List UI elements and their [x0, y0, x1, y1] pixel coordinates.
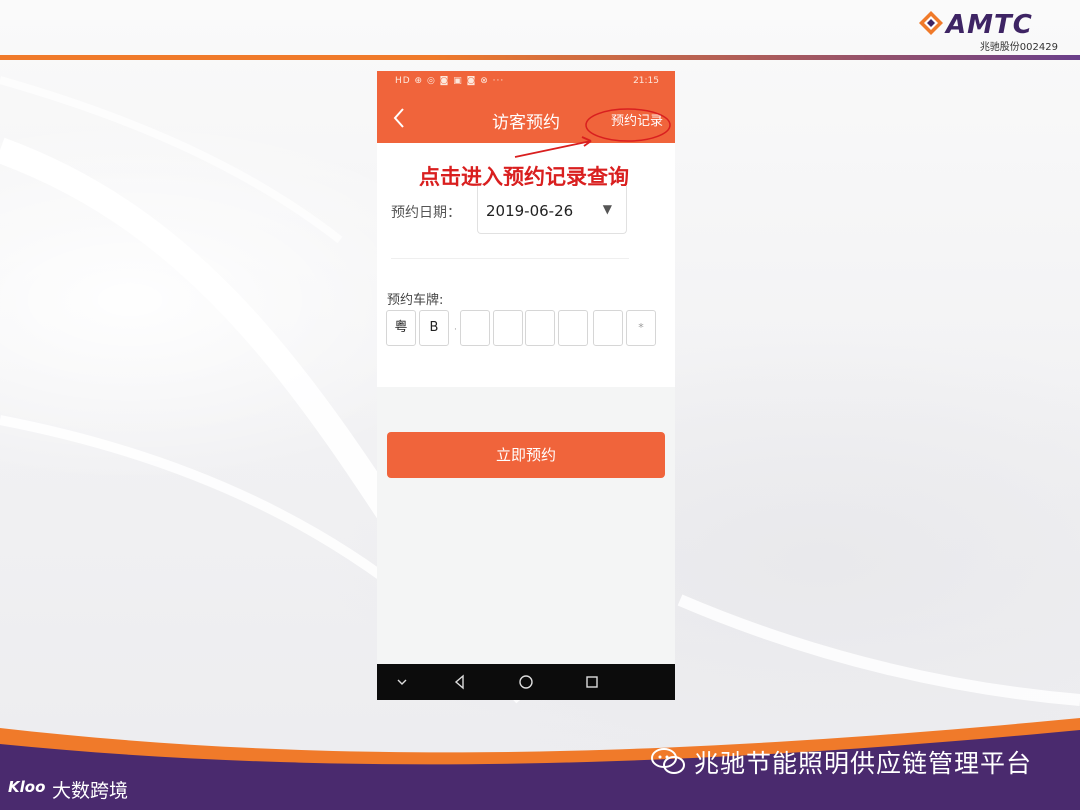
- brand-name: AMTC: [946, 10, 1033, 40]
- date-select[interactable]: 2019-06-26 ▼: [477, 186, 627, 234]
- watermark: Kloo 大数跨境: [8, 776, 148, 804]
- nav-back-icon[interactable]: [451, 673, 469, 691]
- date-value: 2019-06-26: [486, 202, 574, 220]
- dropdown-caret-icon: ▼: [602, 202, 612, 216]
- header-rule: [0, 55, 1080, 60]
- plate-label: 预约车牌:: [387, 293, 444, 308]
- plate-separator: ·: [454, 325, 457, 335]
- watermark-logo: Kloo: [8, 778, 46, 796]
- android-nav-bar: [377, 664, 675, 700]
- plate-char-box-4[interactable]: [493, 310, 523, 346]
- plate-letter-box[interactable]: B: [419, 310, 449, 346]
- nav-home-icon[interactable]: [517, 673, 535, 691]
- date-label: 预约日期：: [391, 205, 461, 221]
- divider: [391, 258, 629, 259]
- brand-logo: AMTC 兆驰股份002429: [918, 8, 1060, 54]
- amtc-logo-mark-icon: [919, 11, 943, 35]
- watermark-text: 大数跨境: [52, 780, 129, 802]
- plate-char-box-7[interactable]: [593, 310, 623, 346]
- plate-province-box[interactable]: 粤: [386, 310, 416, 346]
- annotation-arrow: [514, 136, 592, 158]
- brand-subtitle: 兆驰股份002429: [979, 42, 1058, 53]
- submit-booking-button[interactable]: 立即预约: [387, 432, 665, 478]
- plate-char-box-6[interactable]: [558, 310, 588, 346]
- nav-recents-icon[interactable]: [583, 673, 601, 691]
- wechat-icon: [651, 748, 685, 774]
- plate-char-box-3[interactable]: [460, 310, 490, 346]
- phone-screenshot: HD ⊕ ◎ ◙ ▣ ◙ ⊗ ··· 21:15 访客预约 预约记录 点击进入预…: [377, 71, 675, 700]
- plate-char-box-5[interactable]: [525, 310, 555, 346]
- chevron-down-icon[interactable]: [393, 673, 411, 691]
- footer-title: 兆驰节能照明供应链管理平台: [694, 749, 1033, 778]
- plate-char-box-8[interactable]: *: [626, 310, 656, 346]
